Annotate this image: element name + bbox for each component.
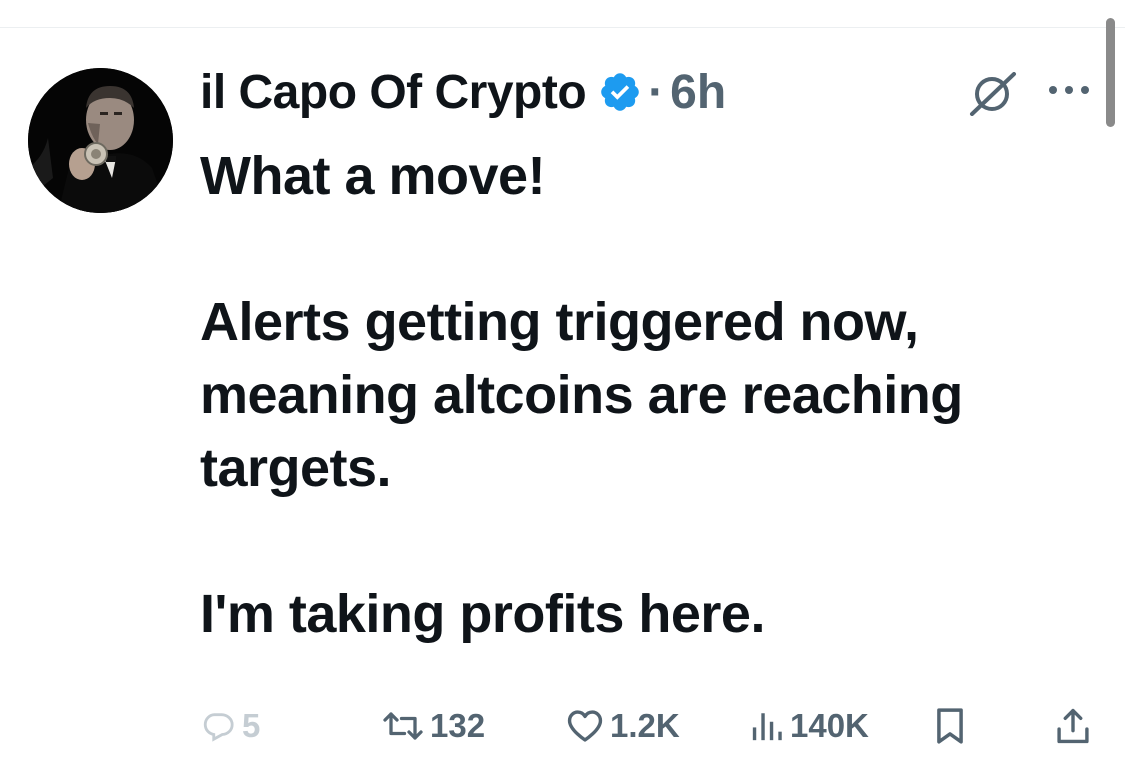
- scrollbar[interactable]: [1106, 18, 1115, 127]
- like-count: 1.2K: [610, 707, 680, 744]
- post-text: What a move! Alerts getting triggered no…: [200, 140, 1080, 651]
- share-icon: [1057, 708, 1089, 744]
- more-icon[interactable]: [1046, 80, 1092, 100]
- top-divider: [0, 27, 1125, 28]
- separator-dot: ·: [648, 65, 665, 119]
- post-text-line: I'm taking profits here.: [200, 584, 765, 644]
- bookmark-icon: [937, 708, 963, 744]
- avatar[interactable]: [28, 68, 173, 213]
- post-text-line: Alerts getting triggered now,: [200, 292, 919, 352]
- verified-badge-icon: [598, 70, 642, 114]
- views-button[interactable]: 140K: [750, 698, 869, 754]
- share-button[interactable]: [1056, 698, 1090, 754]
- repost-button[interactable]: 132: [382, 698, 485, 754]
- author-name[interactable]: il Capo Of Crypto: [200, 65, 587, 120]
- views-count: 140K: [790, 707, 869, 744]
- post-text-line: What a move!: [200, 146, 546, 206]
- heart-icon: [567, 710, 603, 742]
- post-time[interactable]: 6h: [670, 65, 726, 120]
- avatar-image: [28, 68, 173, 213]
- views-icon: [752, 713, 782, 741]
- repost-icon: [383, 712, 423, 740]
- reply-count: 5: [242, 707, 261, 744]
- grok-icon[interactable]: [966, 72, 1020, 116]
- like-button[interactable]: 1.2K: [566, 698, 680, 754]
- action-bar: 5 132 1.2K 140K: [200, 698, 1100, 754]
- post-text-line: targets.: [200, 438, 392, 498]
- reply-icon: [203, 713, 234, 742]
- bookmark-button[interactable]: [934, 698, 966, 754]
- post-text-line: meaning altcoins are reaching: [200, 365, 963, 425]
- post-header: il Capo Of Crypto · 6h: [200, 62, 726, 122]
- repost-count: 132: [430, 707, 486, 744]
- reply-button[interactable]: 5: [200, 698, 260, 754]
